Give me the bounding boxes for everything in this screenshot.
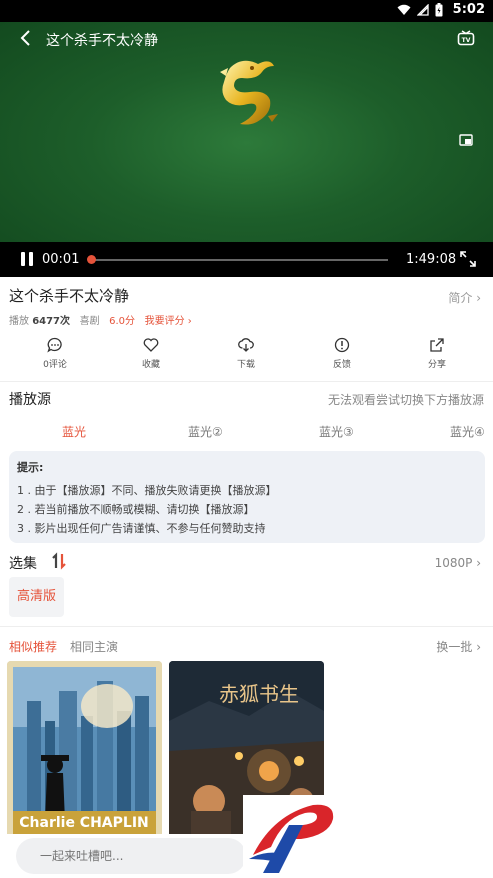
fullscreen-icon[interactable]: [459, 250, 477, 268]
status-time: 5:02: [452, 2, 485, 17]
back-arrow-icon[interactable]: [18, 28, 32, 48]
cast-tv-icon[interactable]: TV: [457, 30, 475, 48]
comment-label: 0评论: [43, 360, 67, 370]
player-controls: 00:01 1:49:08: [0, 242, 493, 277]
source-hint: 无法观看尝试切换下方播放源: [327, 393, 484, 407]
tip-line-2: 2 . 若当前播放不顺畅或模糊、请切换【播放源】: [17, 503, 255, 516]
poster-card[interactable]: Charlie CHAPLIN: [7, 661, 162, 841]
score: 6.0分: [109, 316, 136, 327]
poster2-title: 赤狐书生: [219, 682, 299, 706]
player-title: 这个杀手不太冷静: [46, 33, 158, 49]
progress-knob[interactable]: [87, 255, 96, 264]
source-tabs: 蓝光 蓝光② 蓝光③ 蓝光④: [0, 423, 493, 443]
comment-icon: [47, 337, 62, 353]
svg-text:TV: TV: [462, 37, 471, 44]
quality-selector[interactable]: 1080P ›: [435, 556, 481, 570]
signal-icon: [417, 4, 429, 16]
status-bar: 5:02: [0, 0, 493, 22]
tips-heading: 提示:: [17, 461, 44, 474]
poster-image: Charlie CHAPLIN: [7, 661, 162, 841]
dragon-logo-image: [220, 60, 278, 125]
current-time: 00:01: [42, 252, 80, 267]
rate-link[interactable]: 我要评分 ›: [145, 316, 192, 327]
intro-link[interactable]: 简介 ›: [448, 289, 481, 306]
source-tab-2[interactable]: 蓝光②: [188, 423, 223, 440]
action-row: 0评论 收藏 下载 反馈 分享: [0, 337, 493, 377]
feedback-button[interactable]: 反馈: [312, 337, 372, 370]
tips-box: 提示: 1 . 由于【播放源】不同、播放失败请更换【播放源】 2 . 若当前播放…: [9, 451, 485, 543]
player-top-bar: 这个杀手不太冷静 TV: [0, 22, 493, 56]
download-button[interactable]: 下载: [216, 337, 276, 370]
favorite-label: 收藏: [141, 360, 160, 370]
app-logo: [243, 795, 343, 878]
plays-label: 播放: [9, 316, 29, 327]
episodes-title: 选集: [9, 556, 37, 572]
download-icon: [238, 338, 254, 352]
poster1-title: Charlie CHAPLIN: [19, 815, 149, 831]
genre: 喜剧: [79, 316, 100, 327]
video-player[interactable]: 5:02 这个杀手不太冷静 TV 00:01 1:49:08: [0, 0, 493, 277]
picture-in-picture-icon[interactable]: [459, 134, 473, 146]
tab-similar[interactable]: 相似推荐: [9, 638, 57, 655]
source-title: 播放源: [9, 392, 51, 408]
progress-track[interactable]: [90, 259, 388, 261]
divider: [0, 626, 493, 627]
movie-meta: 播放 6477次 喜剧 6.0分 我要评分 ›: [9, 312, 192, 327]
heart-icon: [143, 338, 159, 352]
feedback-label: 反馈: [332, 360, 351, 370]
pause-icon[interactable]: [20, 251, 34, 267]
wifi-icon: [397, 4, 411, 15]
movie-title: 这个杀手不太冷静: [9, 287, 130, 305]
sort-icon[interactable]: [50, 552, 68, 570]
tip-line-1: 1 . 由于【播放源】不同、播放失败请更换【播放源】: [17, 484, 277, 497]
episode-chip[interactable]: 高清版: [9, 577, 64, 617]
battery-icon: [435, 3, 443, 17]
favorite-button[interactable]: 收藏: [121, 337, 181, 370]
source-tab-3[interactable]: 蓝光③: [319, 423, 354, 440]
comment-button[interactable]: 0评论: [25, 337, 85, 370]
download-label: 下载: [236, 360, 255, 370]
source-tab-1[interactable]: 蓝光: [62, 423, 86, 440]
share-button[interactable]: 分享: [407, 337, 467, 370]
source-tab-4[interactable]: 蓝光④: [450, 423, 485, 440]
tip-line-3: 3 . 影片出现任何广告请谨慎、不参与任何赞助支持: [17, 522, 266, 535]
share-icon: [430, 338, 444, 352]
feedback-icon: [334, 337, 350, 353]
divider: [0, 381, 493, 382]
plays-count: 6477次: [32, 316, 71, 327]
status-icons: [397, 3, 443, 17]
total-time: 1:49:08: [406, 252, 457, 267]
refresh-button[interactable]: 换一批 ›: [436, 638, 481, 655]
share-label: 分享: [427, 360, 446, 370]
comment-input[interactable]: [16, 838, 246, 874]
app-logo-image: [249, 804, 334, 873]
tab-same-actor[interactable]: 相同主演: [70, 638, 118, 655]
